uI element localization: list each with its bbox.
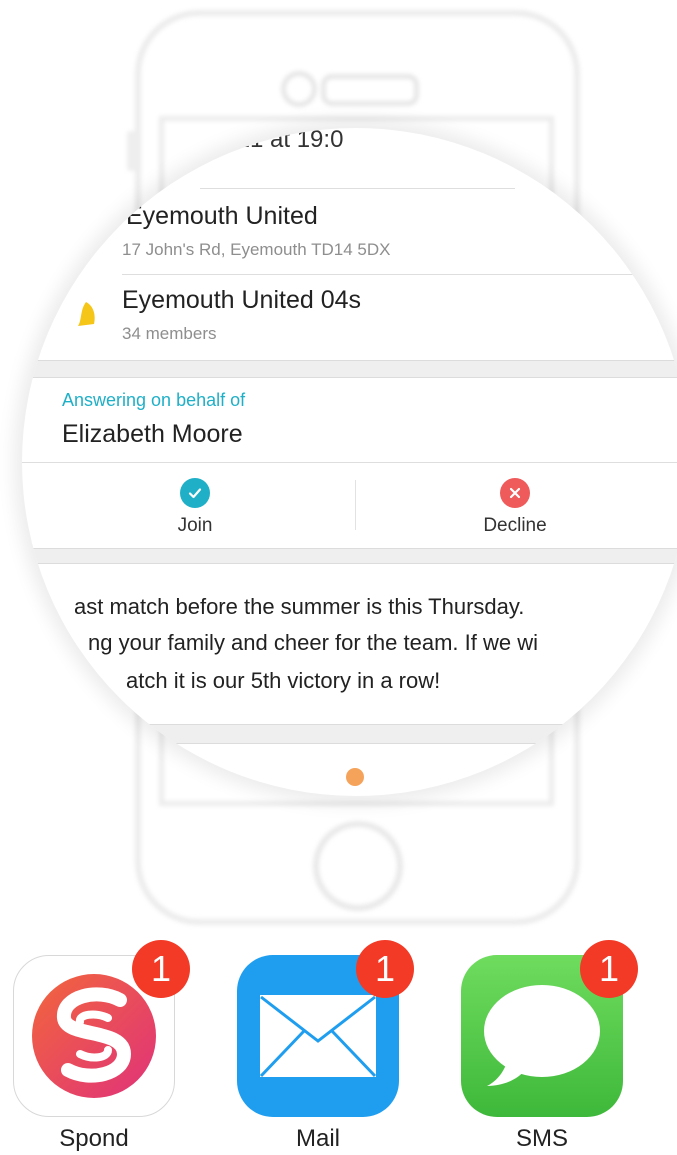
app-label: SMS <box>515 1125 568 1152</box>
app-label: Mail <box>295 1125 340 1152</box>
description-line: ast match before the summer is this Thur… <box>74 594 525 619</box>
app-sms[interactable]: 1 SMS <box>461 940 638 1155</box>
divider <box>122 274 658 275</box>
description-line: atch it is our 5th victory in a row! <box>126 668 441 693</box>
close-icon <box>500 478 530 508</box>
notification-badge: 1 <box>132 940 190 998</box>
decline-label: Decline <box>483 515 547 536</box>
app-label: Spond <box>59 1125 129 1152</box>
answering-label: Answering on behalf of <box>62 390 246 410</box>
answering-person[interactable]: Elizabeth Moore <box>62 420 243 449</box>
join-button[interactable]: Join <box>80 478 310 544</box>
avatar <box>346 768 364 786</box>
check-icon <box>180 478 210 508</box>
group-members[interactable]: 34 members <box>122 324 216 344</box>
section-separator <box>22 724 677 744</box>
phone-speaker <box>321 74 419 106</box>
event-date: r 21 at 19:0 <box>222 128 344 153</box>
description-line: ng your family and cheer for the team. I… <box>88 630 538 655</box>
screen: r 21 at 19:0 Eyemouth United 17 John's R… <box>0 0 677 1155</box>
event-detail: r 21 at 19:0 Eyemouth United 17 John's R… <box>22 128 677 796</box>
app-spond[interactable]: 1 Spond <box>13 940 190 1155</box>
divider <box>200 188 515 189</box>
divider <box>22 462 677 463</box>
phone-camera <box>281 71 317 107</box>
notification-badge: 1 <box>580 940 638 998</box>
section-separator <box>22 360 677 378</box>
group-name[interactable]: Eyemouth United 04s <box>122 286 361 315</box>
venue-address[interactable]: 17 John's Rd, Eyemouth TD14 5DX <box>122 240 390 260</box>
group-avatar-icon <box>78 302 95 326</box>
decline-button[interactable]: Decline <box>400 478 630 544</box>
join-label: Join <box>177 515 213 536</box>
action-divider <box>355 480 356 530</box>
phone-home-button <box>313 821 403 911</box>
venue-name[interactable]: Eyemouth United <box>126 202 318 231</box>
notification-badge: 1 <box>356 940 414 998</box>
section-separator <box>22 548 677 564</box>
app-mail[interactable]: 1 Mail <box>237 940 414 1155</box>
magnifier-lens: r 21 at 19:0 Eyemouth United 17 John's R… <box>22 128 677 796</box>
